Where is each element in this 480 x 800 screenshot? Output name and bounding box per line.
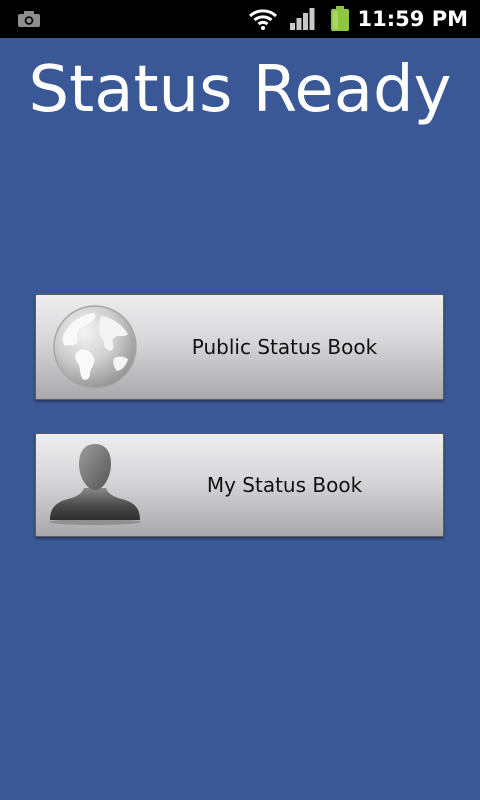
wifi-icon: [248, 9, 278, 30]
my-status-book-button[interactable]: My Status Book: [35, 433, 444, 537]
battery-icon: [331, 6, 349, 31]
signal-icon: [290, 8, 315, 30]
camera-icon: [18, 11, 40, 27]
status-bar: 11:59 PM: [0, 0, 480, 38]
public-status-book-button[interactable]: Public Status Book: [35, 294, 444, 400]
page-title: Status Ready: [28, 53, 452, 127]
public-status-book-label: Public Status Book: [191, 335, 378, 359]
status-time: 11:59 PM: [357, 7, 468, 31]
my-status-book-label: My Status Book: [206, 473, 363, 497]
